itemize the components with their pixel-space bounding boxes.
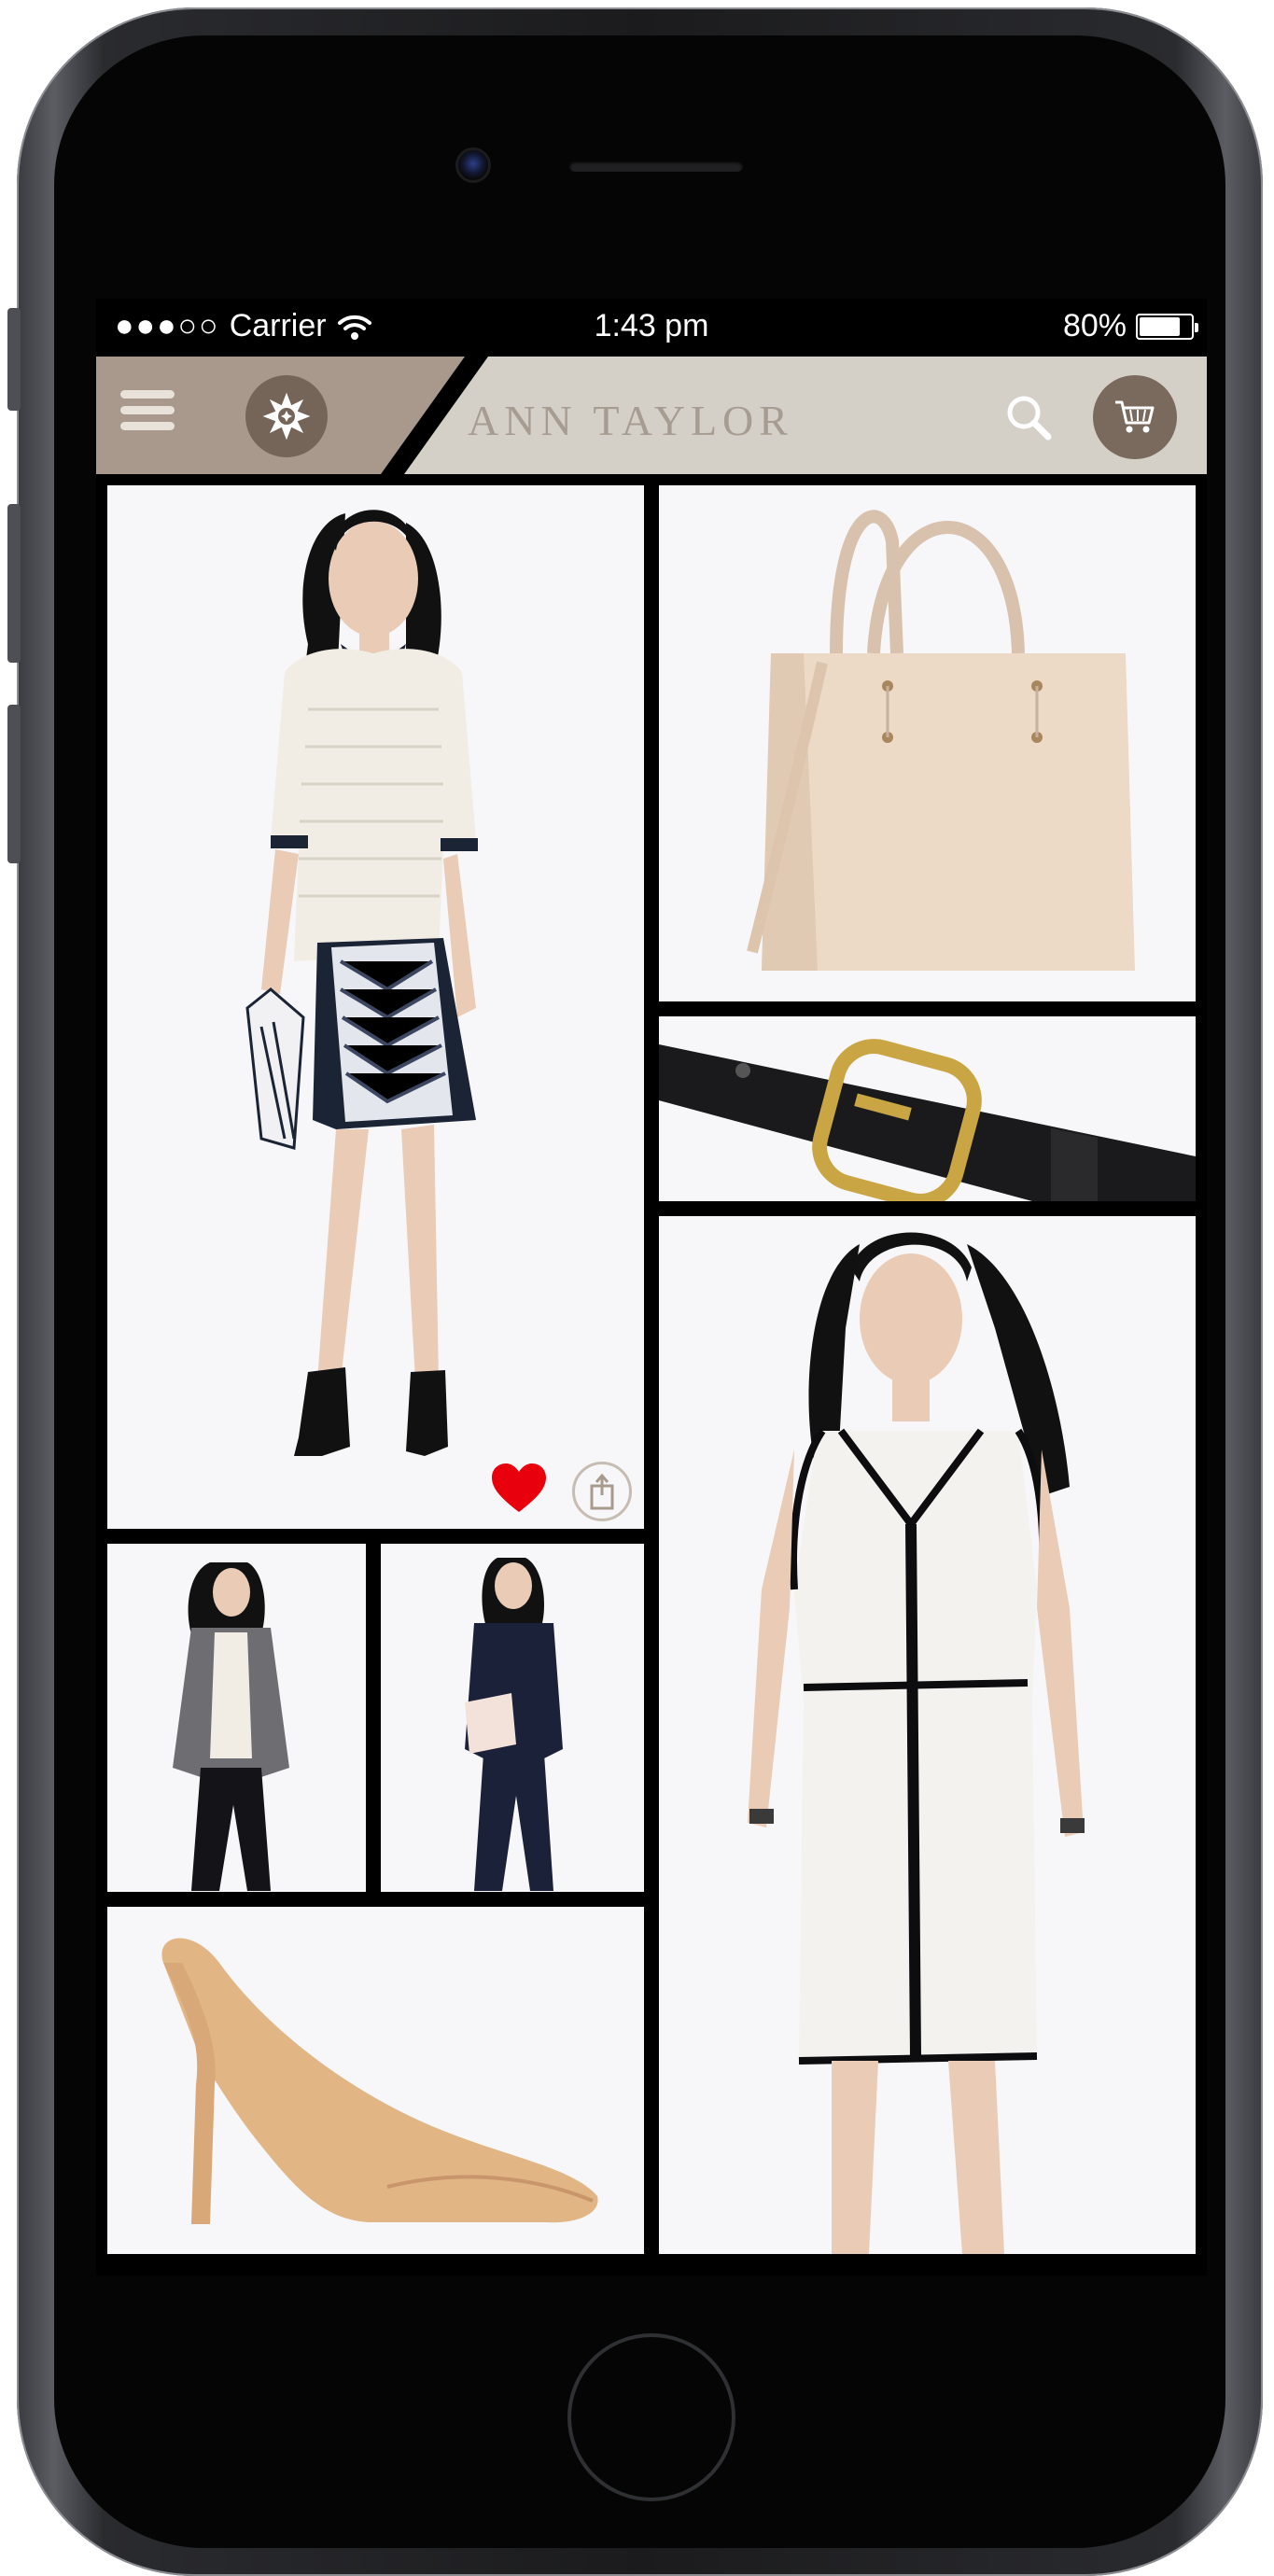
product-tile-outfit-tweed-jacket[interactable] (107, 1544, 366, 1892)
battery-level (1140, 316, 1180, 336)
battery-percent: 80% (1062, 308, 1127, 343)
home-button[interactable] (567, 2333, 735, 2501)
shopping-cart-icon (1115, 400, 1155, 433)
status-bar: ●●●○○ Carrier 1:43 pm 80% (96, 299, 1207, 357)
app-screen: ●●●○○ Carrier 1:43 pm 80% ANN TAYLOR (96, 299, 1207, 2275)
share-button[interactable] (572, 1462, 632, 1521)
product-tile-leather-belt[interactable] (659, 1016, 1196, 1201)
leather-belt-image (659, 1039, 1196, 1201)
product-tile-outfit-navy-jumpsuit[interactable] (381, 1544, 644, 1892)
favorite-button[interactable] (490, 1462, 548, 1514)
nav-bar: ANN TAYLOR (96, 357, 1207, 474)
status-right: 80% (1062, 308, 1198, 344)
share-icon (590, 1473, 614, 1510)
volume-down-button (7, 705, 21, 863)
brand-logo[interactable]: ANN TAYLOR (468, 396, 793, 445)
product-tile-white-sheath-dress[interactable] (659, 1216, 1196, 2254)
battery-icon (1136, 313, 1198, 340)
model-white-dress-image (748, 1232, 1085, 2254)
starburst-icon (262, 392, 311, 441)
search-icon (1007, 396, 1052, 441)
clock: 1:43 pm (594, 308, 709, 343)
model-sweater-skirt-image (245, 510, 478, 1456)
tote-bag-image (747, 510, 1135, 971)
search-button[interactable] (1001, 390, 1057, 446)
front-camera (455, 147, 491, 183)
featured-button[interactable] (245, 375, 328, 457)
product-tile-outfit-sweater-skirt[interactable] (107, 485, 644, 1529)
heart-icon (492, 1463, 546, 1512)
earpiece-speaker (569, 161, 743, 172)
cart-button[interactable] (1093, 375, 1177, 459)
volume-up-button (7, 504, 21, 663)
mute-switch (7, 308, 21, 411)
nude-heel-image (161, 1938, 598, 2224)
hamburger-menu-icon[interactable] (120, 390, 175, 441)
product-tile-tote-bag[interactable] (659, 485, 1196, 1001)
model-tweed-jacket-image (173, 1562, 289, 1891)
model-navy-jumpsuit-image (465, 1558, 563, 1891)
product-tile-nude-heel[interactable] (107, 1907, 644, 2254)
